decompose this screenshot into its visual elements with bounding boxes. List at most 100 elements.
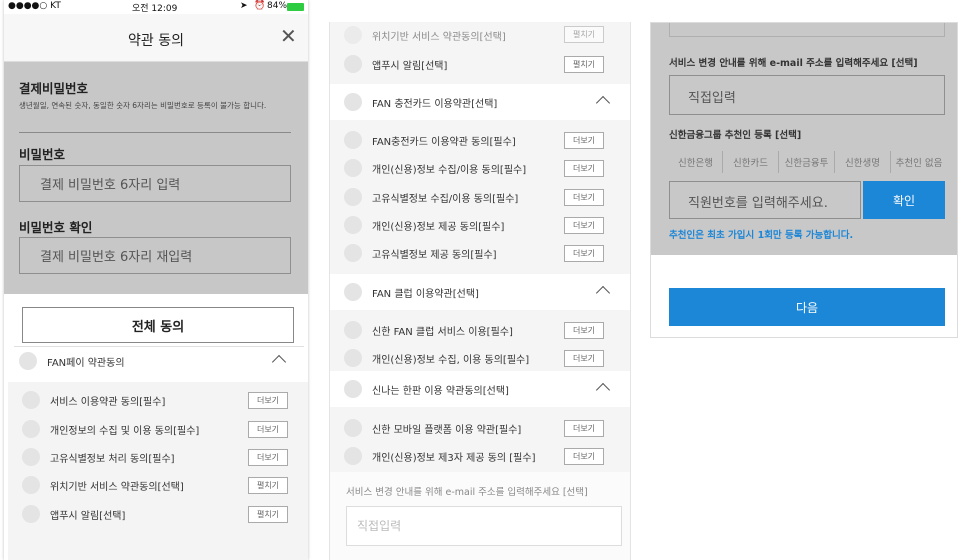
expand-button[interactable]: 펼치기 [564,56,604,73]
list-item[interactable]: 위치기반 서비스 약관동의[선택] [344,22,506,48]
more-button[interactable]: 더보기 [564,217,604,234]
more-button[interactable]: 더보기 [248,421,288,438]
more-button[interactable]: 더보기 [564,350,604,367]
section-title-row[interactable]: FAN 충전카드 이용약관[선택] [344,89,497,115]
checkbox[interactable] [344,188,362,206]
item-label: 개인(신용)정보 제공 동의[필수] [372,221,505,233]
section-title-row[interactable]: FAN 클럽 이용약관[선택] [344,279,479,305]
list-item[interactable]: 앱푸시 알림[선택] [22,501,125,527]
checkbox[interactable] [22,505,40,523]
email-input[interactable]: 직접입력 [346,506,622,546]
close-icon[interactable]: ✕ [280,26,297,46]
section-title: FAN 충전카드 이용약관[선택] [372,98,498,110]
list-item[interactable]: 개인(신용)정보 수집, 이용 동의[필수] [344,345,529,371]
checkbox[interactable] [344,380,362,398]
payment-password-section: 결제비밀번호 생년월일, 연속된 숫자, 동일한 숫자 6자리는 비밀번호로 등… [4,62,308,294]
item-label: 개인(신용)정보 수집/이용 동의[필수] [372,164,527,176]
status-bar: ●●●●○ KT 오전 12:09 ➤ ⏰ 84% [4,0,308,14]
employee-number-input[interactable]: 직원번호를 입력해주세요. [669,181,861,219]
list-item[interactable]: 신한 FAN 클럽 서비스 이용[필수] [344,317,513,343]
checkbox[interactable] [344,283,362,301]
checkbox[interactable] [22,391,40,409]
list-item[interactable]: 고유식별정보 처리 동의[필수] [22,444,175,470]
checkbox[interactable] [344,55,362,73]
list-item[interactable]: 서비스 이용약관 동의[필수] [22,387,165,413]
recommender-notice: 추천인은 최초 가입시 1회만 등록 가능합니다. [669,230,854,241]
checkbox[interactable] [344,419,362,437]
section-title-row[interactable]: 신나는 한판 이용 약관동의[선택] [344,376,509,402]
list-item[interactable]: 위치기반 서비스 약관동의[선택] [22,472,184,498]
item-label: 개인(신용)정보 제3자 제공 동의 [필수] [372,452,536,464]
email-label: 서비스 변경 안내를 위해 e-mail 주소를 입력해주세요 [선택] [669,58,918,69]
more-button[interactable]: 더보기 [564,189,604,206]
item-label: 개인(신용)정보 수집, 이용 동의[필수] [372,354,530,366]
list-item[interactable]: 개인(신용)정보 제3자 제공 동의 [필수] [344,443,535,469]
checkbox[interactable] [344,159,362,177]
checkbox[interactable] [344,321,362,339]
list-item[interactable]: 개인(신용)정보 제공 동의[필수] [344,212,504,238]
fanpay-title: FAN페이 약관동의 [47,357,125,369]
more-button[interactable]: 더보기 [564,322,604,339]
password-input[interactable]: 결제 비밀번호 6자리 입력 [19,165,291,202]
divider [19,132,291,133]
expand-button[interactable]: 펼치기 [248,477,288,494]
password-hint: 생년월일, 연속된 숫자, 동일한 숫자 6자리는 비밀번호로 등록이 불가능 … [19,101,267,110]
email-input[interactable]: 직접입력 [669,75,945,115]
list-item[interactable]: 신한 모바일 플랫폼 이용 약관[필수] [344,415,521,441]
password-confirm-label: 비밀번호 확인 [19,220,93,235]
more-button[interactable]: 더보기 [248,392,288,409]
next-button[interactable]: 다음 [669,288,945,326]
section-title: 결제비밀번호 [19,81,89,96]
expand-button[interactable]: 펼치기 [248,506,288,523]
item-label: 앱푸시 알림[선택] [50,510,126,522]
item-label: 위치기반 서비스 약관동의[선택] [372,31,506,43]
company-tab-card[interactable]: 신한카드 [723,151,779,173]
agree-all-button[interactable]: 전체 동의 [22,307,294,343]
battery-icon [287,3,304,11]
list-item[interactable]: 고유식별정보 제공 동의[필수] [344,240,497,266]
checkbox[interactable] [344,447,362,465]
list-item[interactable]: 개인(신용)정보 수집/이용 동의[필수] [344,155,526,181]
more-button[interactable]: 더보기 [564,448,604,465]
location-icon: ➤ [240,1,248,11]
password-confirm-input[interactable]: 결제 비밀번호 6자리 재입력 [19,237,291,274]
checkbox[interactable] [22,448,40,466]
more-button[interactable]: 더보기 [564,420,604,437]
more-button[interactable]: 더보기 [564,245,604,262]
clock: 오전 12:09 [132,4,178,14]
item-label: FAN충전카드 이용약관 동의[필수] [372,136,516,148]
section-title: 신나는 한판 이용 약관동의[선택] [372,385,509,397]
section-title: FAN 클럽 이용약관[선택] [372,288,479,300]
item-label: 고유식별정보 처리 동의[필수] [50,453,175,465]
checkbox[interactable] [344,131,362,149]
item-label: 앱푸시 알림[선택] [372,60,448,72]
more-button[interactable]: 더보기 [564,132,604,149]
company-tab-investment[interactable]: 신한금융투 [779,151,835,173]
item-label: 고유식별정보 제공 동의[필수] [372,249,497,261]
checkbox[interactable] [344,216,362,234]
company-tab-bank[interactable]: 신한은행 [669,151,723,173]
checkbox[interactable] [344,93,362,111]
checkbox[interactable] [22,476,40,494]
list-item[interactable]: 고유식별정보 수집/이용 동의[필수] [344,184,518,210]
more-button[interactable]: 더보기 [564,160,604,177]
item-label: 개인정보의 수집 및 이용 동의[필수] [50,425,200,437]
cut-input [669,23,945,37]
checkbox[interactable] [19,352,37,370]
list-item[interactable]: 앱푸시 알림[선택] [344,51,447,77]
list-item[interactable]: FAN충전카드 이용약관 동의[필수] [344,127,516,153]
company-tab-none[interactable]: 추천인 없음 [891,151,947,173]
more-button[interactable]: 더보기 [248,449,288,466]
checkbox[interactable] [344,244,362,262]
checkbox[interactable] [22,420,40,438]
terms-screen-3: 서비스 변경 안내를 위해 e-mail 주소를 입력해주세요 [선택] 직접입… [650,22,958,338]
company-tab-life[interactable]: 신한생명 [835,151,891,173]
carrier-label: ●●●●○ KT [8,1,61,11]
expand-button[interactable]: 펼치기 [564,26,604,43]
confirm-button[interactable]: 확인 [863,181,945,219]
checkbox[interactable] [344,349,362,367]
fanpay-title-row[interactable]: FAN페이 약관동의 [19,348,125,374]
list-item[interactable]: 개인정보의 수집 및 이용 동의[필수] [22,416,199,442]
alarm-icon: ⏰ [254,1,266,11]
checkbox[interactable] [344,26,362,44]
